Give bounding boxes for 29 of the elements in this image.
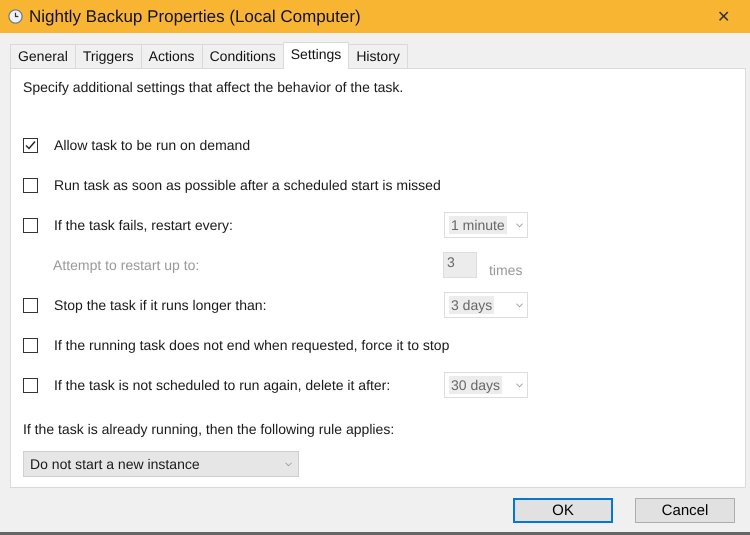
tab[interactable]: Settings: [282, 42, 350, 69]
checkbox-label: If the task is not scheduled to run again, delete it after:: [54, 377, 392, 393]
chevron-icon: [516, 382, 523, 388]
checkbox[interactable]: [23, 378, 38, 392]
close-button[interactable]: ✕: [705, 6, 742, 26]
attempt-label: Attempt to restart up to:: [53, 257, 200, 273]
ok-button[interactable]: OK: [513, 498, 613, 523]
tab[interactable]: History: [348, 44, 408, 68]
intro-text: Specify additional settings that affect the behavior of the task.: [23, 79, 404, 95]
tab[interactable]: General: [10, 44, 76, 68]
checkbox[interactable]: [23, 138, 38, 152]
checkbox-label: Stop the task if it runs longer than:: [54, 297, 268, 313]
checkbox[interactable]: [23, 218, 38, 232]
checkbox[interactable]: [23, 298, 38, 312]
checkbox-label: If the task fails, restart every:: [54, 217, 234, 233]
checkbox[interactable]: [23, 178, 38, 192]
cancel-button[interactable]: Cancel: [635, 498, 735, 523]
checkbox-label: Run task as soon as possible after a scheduled start is missed: [54, 177, 442, 193]
unit-label: times: [489, 262, 522, 278]
window-title: Nightly Backup Properties (Local Computer): [29, 6, 361, 26]
checkbox-label: Allow task to be run on demand: [54, 137, 252, 153]
checkbox-label: If the running task does not end when requested, force it to stop: [54, 337, 450, 353]
chevron-icon: [516, 222, 523, 228]
checkbox[interactable]: [23, 338, 38, 352]
chevron-icon: [285, 462, 292, 466]
chevron-icon: [516, 302, 523, 308]
rule-label: If the task is already running, then the following rule applies:: [23, 421, 396, 437]
rule-dropdown[interactable]: Do not start a new instance: [23, 451, 299, 477]
clock-icon: [8, 9, 23, 24]
